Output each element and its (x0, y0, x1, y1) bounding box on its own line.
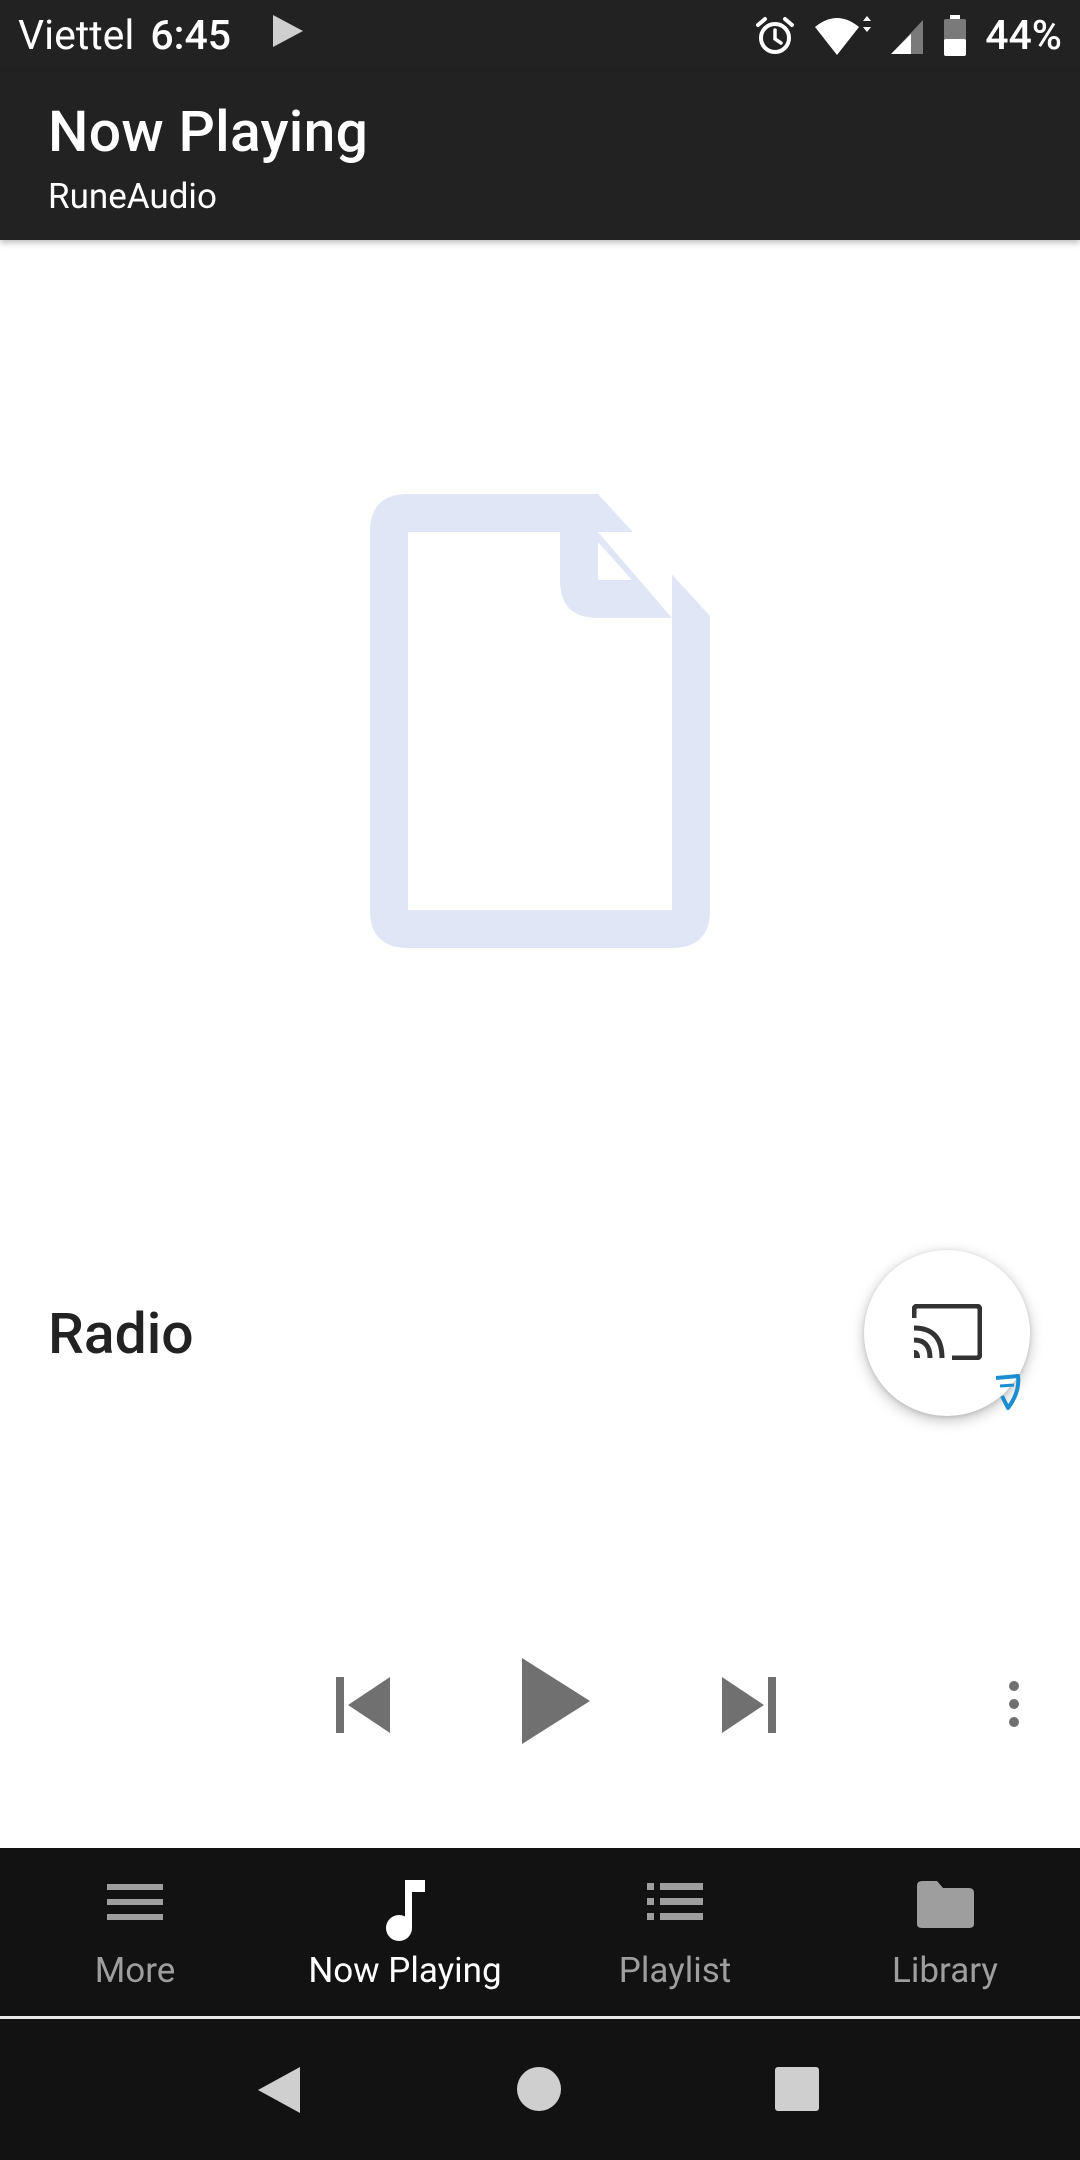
skip-previous-icon[interactable] (334, 1675, 392, 1735)
system-nav-bar (0, 2019, 1080, 2160)
menu-icon (107, 1884, 163, 1920)
nav-item-library[interactable]: Library (810, 1848, 1080, 2016)
music-note-icon (386, 1880, 425, 1941)
home-icon[interactable] (516, 2066, 562, 2112)
status-left: Viettel 6:45 (18, 10, 305, 62)
recents-icon[interactable] (774, 2066, 820, 2112)
skip-next-icon[interactable] (720, 1675, 778, 1735)
bottom-nav: More Now Playing Playlist Library (0, 1848, 1080, 2016)
nav-item-more[interactable]: More (0, 1848, 270, 2016)
shield-icon (995, 1374, 1021, 1410)
back-icon[interactable] (254, 2065, 302, 2115)
battery-percent: 44% (985, 12, 1062, 60)
page-subtitle: RuneAudio (48, 176, 217, 217)
playback-controls (0, 1650, 1080, 1760)
nav-label-playlist: Playlist (618, 1950, 732, 1991)
list-icon (647, 1883, 703, 1920)
nav-item-playlist[interactable]: Playlist (540, 1848, 810, 2016)
nav-item-now-playing[interactable]: Now Playing (270, 1848, 540, 2016)
status-right: 44% (755, 10, 1062, 62)
wifi-icon (813, 15, 872, 57)
page-title: Now Playing (48, 98, 369, 165)
signal-icon (889, 16, 925, 56)
status-bar: Viettel 6:45 44% (0, 0, 1080, 73)
nav-label-now-playing: Now Playing (308, 1950, 502, 1991)
more-vert-icon[interactable] (1004, 1680, 1024, 1728)
clock: 6:45 (150, 12, 232, 60)
play-icon[interactable] (520, 1656, 592, 1746)
cast-icon (912, 1304, 982, 1360)
file-icon (370, 494, 710, 948)
folder-icon (917, 1881, 974, 1928)
screen: Viettel 6:45 44% Now Playing RuneAudio R… (0, 0, 1080, 2160)
album-art (370, 494, 710, 948)
alarm-icon (755, 16, 795, 56)
play-icon (271, 10, 305, 62)
cast-button[interactable] (864, 1250, 1030, 1416)
nav-label-more: More (94, 1950, 176, 1991)
carrier-label: Viettel (18, 12, 135, 60)
app-bar: Now Playing RuneAudio (0, 73, 1080, 240)
track-title: Radio (48, 1300, 194, 1367)
battery-icon (943, 15, 967, 57)
nav-label-library: Library (892, 1950, 998, 1991)
